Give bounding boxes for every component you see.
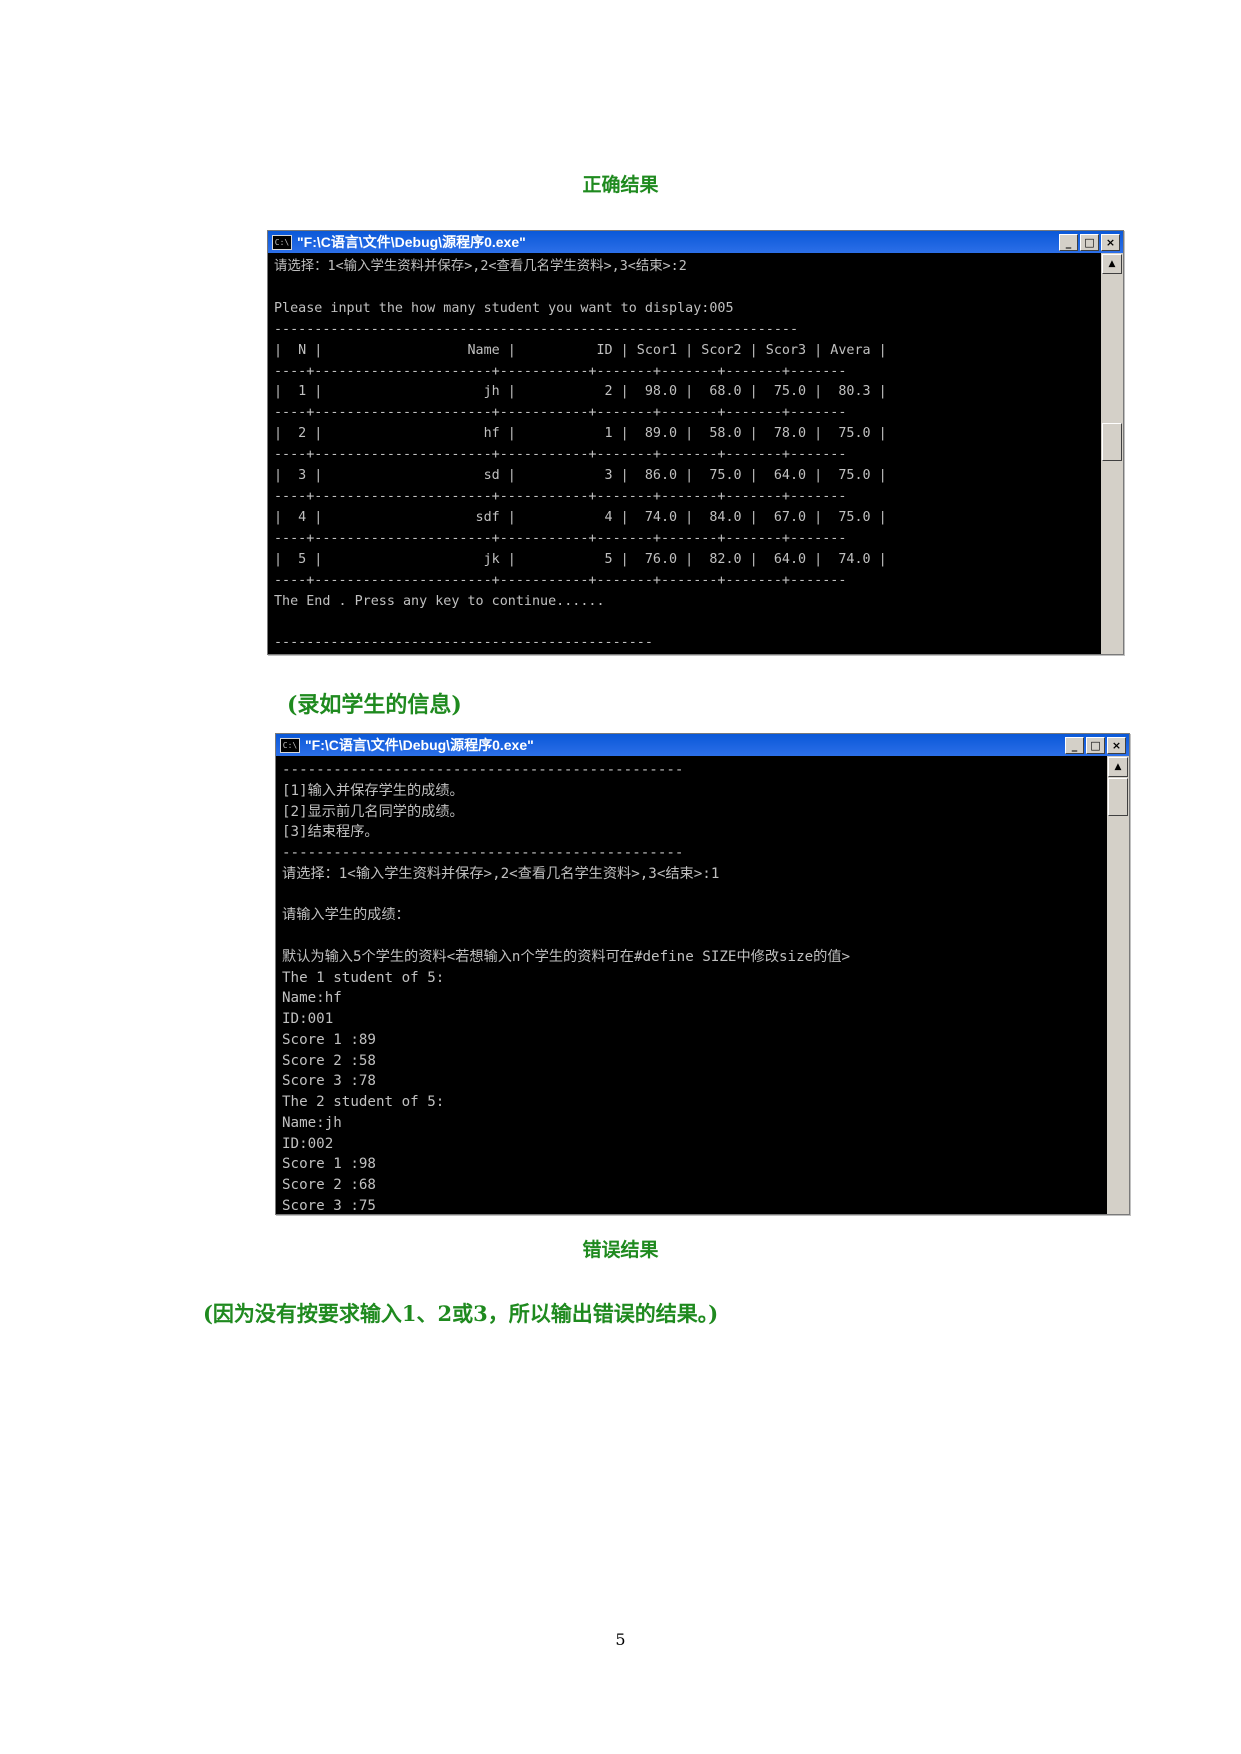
maximize-button[interactable]: □	[1086, 737, 1105, 754]
console-window-2: C:\ "F:\C语言\文件\Debug\源程序0.exe" _ □ × ---…	[275, 733, 1130, 1215]
window-title: "F:\C语言\文件\Debug\源程序0.exe"	[305, 737, 534, 753]
caption-wrong-result: 错误结果	[582, 1239, 659, 1261]
vertical-scrollbar[interactable]: ▲	[1107, 756, 1129, 1214]
window-title: "F:\C语言\文件\Debug\源程序0.exe"	[297, 234, 526, 250]
maximize-button[interactable]: □	[1080, 234, 1099, 251]
console-text: 请选择：1<输入学生资料并保存>,2<查看几名学生资料>,3<结束>:2 Ple…	[274, 259, 887, 651]
scroll-up-arrow-icon[interactable]: ▲	[1108, 757, 1128, 777]
caption-input-info: (录如学生的信息)	[287, 692, 462, 718]
console-output[interactable]: 请选择：1<输入学生资料并保存>,2<查看几名学生资料>,3<结束>:2 Ple…	[268, 253, 1101, 654]
vertical-scrollbar[interactable]: ▲	[1101, 253, 1123, 654]
scroll-thumb[interactable]	[1108, 778, 1128, 816]
close-button[interactable]: ×	[1107, 737, 1126, 754]
title-bar[interactable]: C:\ "F:\C语言\文件\Debug\源程序0.exe" _ □ ×	[276, 734, 1129, 756]
scroll-up-arrow-icon[interactable]: ▲	[1102, 254, 1122, 274]
scroll-thumb[interactable]	[1102, 423, 1122, 461]
console-app-icon: C:\	[272, 234, 292, 250]
title-bar[interactable]: C:\ "F:\C语言\文件\Debug\源程序0.exe" _ □ ×	[268, 231, 1123, 253]
close-button[interactable]: ×	[1101, 234, 1120, 251]
console-output[interactable]: ----------------------------------------…	[276, 756, 1107, 1214]
minimize-button[interactable]: _	[1059, 234, 1078, 251]
caption-explanation: (因为没有按要求输入1、2或3，所以输出错误的结果。)	[203, 1301, 719, 1326]
console-window-1: C:\ "F:\C语言\文件\Debug\源程序0.exe" _ □ × 请选择…	[267, 230, 1124, 655]
page-number: 5	[615, 1630, 626, 1649]
console-text: ----------------------------------------…	[282, 762, 851, 1214]
caption-correct-result: 正确结果	[582, 174, 659, 196]
console-app-icon: C:\	[280, 737, 300, 753]
minimize-button[interactable]: _	[1065, 737, 1084, 754]
